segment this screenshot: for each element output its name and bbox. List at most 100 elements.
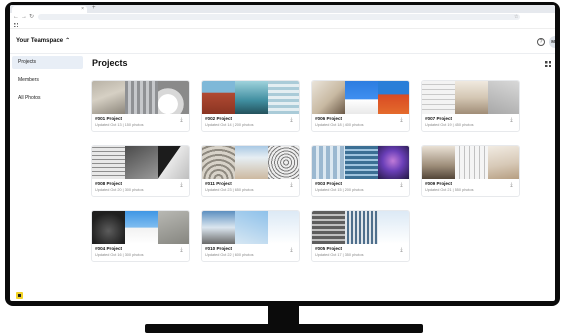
project-card[interactable]: #007 Project Updated Oct 19 | 450 photos… [421, 80, 520, 132]
project-photo [92, 146, 125, 179]
project-thumbnails [202, 146, 299, 179]
browser-tabstrip: × + [10, 5, 555, 13]
sidebar-item-members[interactable]: Members [12, 74, 83, 87]
project-meta: Updated Oct 17 | 350 photos [315, 253, 364, 257]
project-thumbnails [92, 211, 189, 244]
download-icon[interactable]: ⤓ [289, 247, 294, 253]
project-card[interactable]: #003 Project Updated Oct 15 | 200 photos… [311, 145, 410, 197]
project-name: #008 Project [95, 181, 123, 186]
project-photo [378, 211, 409, 244]
project-photo [312, 81, 345, 114]
teamspace-switcher[interactable]: Your Teamspace ⌃ [16, 37, 70, 44]
project-card[interactable]: #001 Project Updated Oct 13 | 150 photos… [91, 80, 190, 132]
project-photo [378, 81, 409, 114]
tab-close-icon[interactable]: × [81, 6, 84, 12]
project-thumbnails [422, 146, 519, 179]
download-icon[interactable]: ⤓ [289, 182, 294, 188]
project-name: #007 Project [425, 116, 453, 121]
project-name: #009 Project [425, 181, 453, 186]
project-meta: Updated Oct 15 | 200 photos [315, 188, 364, 192]
project-meta: Updated Oct 19 | 450 photos [425, 123, 474, 127]
project-photo [235, 146, 268, 179]
grid-view-icon[interactable] [545, 61, 551, 67]
project-meta: Updated Oct 18 | 400 photos [315, 123, 364, 127]
project-card[interactable]: #005 Project Updated Oct 17 | 350 photos… [311, 210, 410, 262]
project-photo [158, 81, 189, 114]
download-icon[interactable]: ⤓ [509, 182, 514, 188]
project-thumbnails [312, 211, 409, 244]
download-icon[interactable]: ⤓ [399, 117, 404, 123]
project-name: #002 Project [205, 116, 233, 121]
sidebar-item-all-photos[interactable]: All Photos [12, 92, 83, 105]
download-icon[interactable]: ⤓ [179, 247, 184, 253]
avatar[interactable]: MM [549, 36, 555, 48]
project-photo [202, 146, 235, 179]
project-photo [125, 146, 158, 179]
project-photo [345, 211, 378, 244]
project-thumbnails [202, 211, 299, 244]
project-card[interactable]: #002 Project Updated Oct 14 | 200 photos… [201, 80, 300, 132]
project-name: #005 Project [315, 246, 343, 251]
sidebar: Projects Members All Photos [10, 54, 84, 301]
project-name: #011 Project [205, 181, 232, 186]
apps-grid-icon[interactable] [14, 23, 18, 27]
monitor-stand-base [145, 324, 423, 333]
monitor-bezel: × + ← → ↻ ☆ Your Teamspace⌃ ? MM Project… [5, 2, 560, 306]
bookmark-star-icon[interactable]: ☆ [514, 14, 518, 21]
project-meta: Updated Oct 21 | 550 photos [425, 188, 474, 192]
app-header: Your Teamspace⌃ ? MM [10, 29, 555, 54]
project-meta: Updated Oct 20 | 300 photos [95, 188, 144, 192]
project-thumbnails [422, 81, 519, 114]
screen: × + ← → ↻ ☆ Your Teamspace⌃ ? MM Project… [10, 5, 555, 301]
project-name: #001 Project [95, 116, 123, 121]
teamspace-name: Your Teamspace [16, 38, 64, 44]
project-photo [422, 81, 455, 114]
project-card[interactable]: #006 Project Updated Oct 18 | 400 photos… [311, 80, 410, 132]
project-card[interactable]: #010 Project Updated Oct 22 | 600 photos… [201, 210, 300, 262]
project-name: #003 Project [315, 181, 343, 186]
forward-icon[interactable]: → [21, 14, 27, 21]
download-icon[interactable]: ⤓ [509, 117, 514, 123]
project-card[interactable]: #009 Project Updated Oct 21 | 550 photos… [421, 145, 520, 197]
download-icon[interactable]: ⤓ [399, 247, 404, 253]
project-name: #010 Project [205, 246, 233, 251]
download-icon[interactable]: ⤓ [289, 117, 294, 123]
project-photo [455, 81, 488, 114]
project-photo [125, 211, 158, 244]
project-card[interactable]: #004 Project Updated Oct 16 | 300 photos… [91, 210, 190, 262]
browser-tab[interactable]: × [12, 6, 87, 13]
project-photo [92, 81, 125, 114]
project-photo [455, 146, 488, 179]
brand-logo [16, 292, 23, 299]
browser-toolbar: ← → ↻ ☆ [10, 13, 555, 22]
project-thumbnails [312, 146, 409, 179]
project-photo [235, 81, 268, 114]
project-card[interactable]: #008 Project Updated Oct 20 | 300 photos… [91, 145, 190, 197]
bookmarks-bar [10, 22, 555, 29]
download-icon[interactable]: ⤓ [179, 182, 184, 188]
reload-icon[interactable]: ↻ [29, 14, 34, 21]
project-photo [158, 211, 189, 244]
monitor-stand-neck [268, 306, 299, 326]
project-photo [268, 146, 299, 179]
project-photo [488, 146, 519, 179]
project-photo [158, 146, 189, 179]
project-photo [235, 211, 268, 244]
download-icon[interactable]: ⤓ [179, 117, 184, 123]
project-photo [125, 81, 158, 114]
sidebar-item-projects[interactable]: Projects [12, 56, 83, 69]
download-icon[interactable]: ⤓ [399, 182, 404, 188]
project-meta: Updated Oct 22 | 600 photos [205, 253, 254, 257]
address-bar[interactable] [38, 14, 520, 20]
project-photo [312, 211, 345, 244]
help-icon[interactable]: ? [537, 38, 545, 46]
project-photo [378, 146, 409, 179]
project-card[interactable]: #011 Project Updated Oct 23 | 650 photos… [201, 145, 300, 197]
back-icon[interactable]: ← [13, 14, 19, 21]
project-name: #006 Project [315, 116, 343, 121]
project-thumbnails [92, 146, 189, 179]
project-photo [312, 146, 345, 179]
new-tab-icon[interactable]: + [92, 5, 96, 12]
project-meta: Updated Oct 14 | 200 photos [205, 123, 254, 127]
project-meta: Updated Oct 23 | 650 photos [205, 188, 254, 192]
